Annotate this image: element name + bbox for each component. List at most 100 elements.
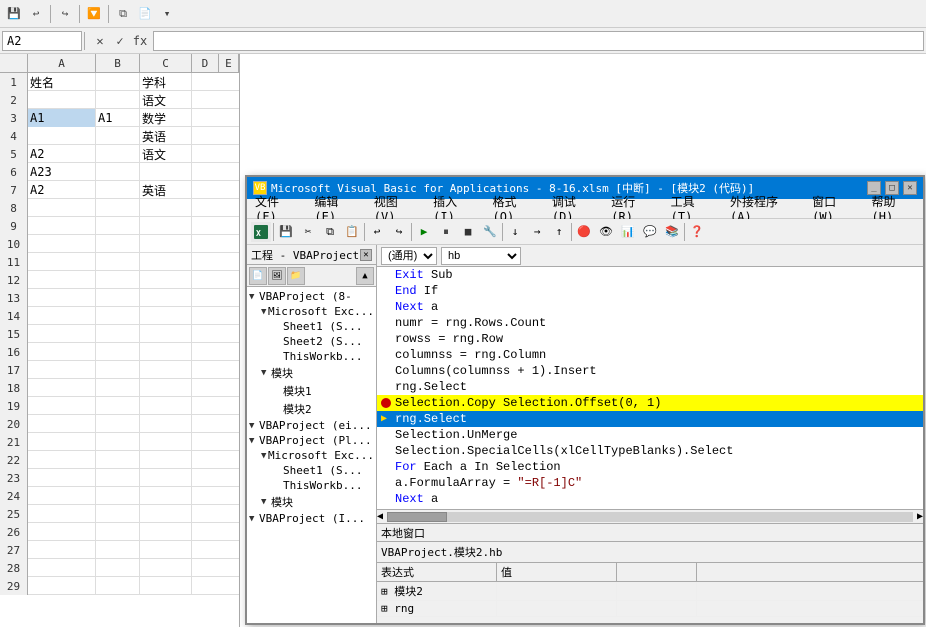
vba-redo-icon[interactable]: ↪ bbox=[389, 222, 409, 242]
tree-item[interactable]: ▼VBAProject (ei... bbox=[249, 418, 374, 433]
cell-b[interactable] bbox=[96, 559, 140, 577]
cell-c[interactable]: 英语 bbox=[140, 181, 192, 199]
proj-view-form-btn[interactable]: 🖼 bbox=[268, 267, 286, 285]
tree-item[interactable]: Sheet2 (S... bbox=[249, 334, 374, 349]
cell-a[interactable] bbox=[28, 469, 96, 487]
enter-formula-btn[interactable]: ✓ bbox=[111, 32, 129, 50]
cell-c[interactable]: 数学 bbox=[140, 109, 192, 127]
col-header-a[interactable]: A bbox=[28, 54, 96, 72]
cell-c[interactable] bbox=[140, 541, 192, 559]
code-line[interactable]: Columns(columnss + 1).Insert bbox=[377, 363, 923, 379]
vba-breakpt-icon[interactable]: 🔴 bbox=[574, 222, 594, 242]
code-line[interactable]: Range(Cells(rowss, columnss + 1), Cells(… bbox=[377, 507, 923, 509]
cell-b[interactable] bbox=[96, 577, 140, 595]
code-line[interactable]: Exit Sub bbox=[377, 267, 923, 283]
vba-step-in-icon[interactable]: ↓ bbox=[505, 222, 525, 242]
cell-b[interactable] bbox=[96, 271, 140, 289]
cell-b[interactable] bbox=[96, 127, 140, 145]
cell-a[interactable] bbox=[28, 217, 96, 235]
cell-a[interactable] bbox=[28, 541, 96, 559]
vba-copy-icon[interactable]: ⧉ bbox=[320, 222, 340, 242]
vba-cut-icon[interactable]: ✂ bbox=[298, 222, 318, 242]
vba-step-over-icon[interactable]: → bbox=[527, 222, 547, 242]
vba-watch-icon[interactable]: 👁 bbox=[596, 222, 616, 242]
cell-a[interactable] bbox=[28, 433, 96, 451]
cell-c[interactable] bbox=[140, 199, 192, 217]
vba-design-icon[interactable]: 🔧 bbox=[480, 222, 500, 242]
cell-c[interactable]: 语文 bbox=[140, 145, 192, 163]
cell-b[interactable] bbox=[96, 307, 140, 325]
vba-stop-icon[interactable]: ■ bbox=[458, 222, 478, 242]
cell-a[interactable] bbox=[28, 91, 96, 109]
copy1-icon[interactable]: ⧉ bbox=[113, 4, 133, 24]
tree-item[interactable]: ▼Microsoft Exc... bbox=[249, 448, 374, 463]
tree-expand-icon[interactable]: ▼ bbox=[261, 497, 271, 507]
code-line[interactable]: ▶ rng.Select bbox=[377, 411, 923, 427]
cell-a[interactable] bbox=[28, 523, 96, 541]
cell-a[interactable] bbox=[28, 451, 96, 469]
tree-expand-icon[interactable]: ▼ bbox=[249, 436, 259, 446]
cell-c[interactable] bbox=[140, 397, 192, 415]
tree-item[interactable]: ThisWorkb... bbox=[249, 349, 374, 364]
cell-c[interactable] bbox=[140, 289, 192, 307]
cell-a[interactable] bbox=[28, 235, 96, 253]
cell-b[interactable] bbox=[96, 397, 140, 415]
cell-c[interactable] bbox=[140, 343, 192, 361]
tree-item[interactable]: 模块2 bbox=[249, 400, 374, 418]
tree-item[interactable]: ThisWorkb... bbox=[249, 478, 374, 493]
code-proc-dropdown[interactable]: hb bbox=[441, 247, 521, 265]
cell-a[interactable] bbox=[28, 271, 96, 289]
cell-c[interactable] bbox=[140, 505, 192, 523]
fx-btn[interactable]: fx bbox=[131, 32, 149, 50]
cell-b[interactable]: A1 bbox=[96, 109, 140, 127]
proj-toggle-btn[interactable]: 📁 bbox=[287, 267, 305, 285]
name-box[interactable]: A2 bbox=[2, 31, 82, 51]
code-line[interactable]: Next a bbox=[377, 299, 923, 315]
cell-b[interactable] bbox=[96, 73, 140, 91]
cell-c[interactable] bbox=[140, 523, 192, 541]
cell-b[interactable] bbox=[96, 325, 140, 343]
cell-a[interactable]: A2 bbox=[28, 145, 96, 163]
tree-item[interactable]: ▼模块 bbox=[249, 364, 374, 382]
vba-step-out-icon[interactable]: ↑ bbox=[549, 222, 569, 242]
cell-a[interactable] bbox=[28, 397, 96, 415]
cell-a[interactable] bbox=[28, 343, 96, 361]
vba-run-icon[interactable]: ▶ bbox=[414, 222, 434, 242]
proj-view-code-btn[interactable]: 📄 bbox=[249, 267, 267, 285]
tree-expand-icon[interactable]: ▼ bbox=[249, 292, 259, 302]
tree-item[interactable]: Sheet1 (S... bbox=[249, 319, 374, 334]
project-close-btn[interactable]: ✕ bbox=[360, 249, 372, 261]
col-header-b[interactable]: B bbox=[96, 54, 140, 72]
cell-a[interactable]: A2 bbox=[28, 181, 96, 199]
cell-c[interactable] bbox=[140, 577, 192, 595]
code-line[interactable]: Selection.SpecialCells(xlCellTypeBlanks)… bbox=[377, 443, 923, 459]
code-line[interactable]: Next a bbox=[377, 491, 923, 507]
cell-a[interactable] bbox=[28, 325, 96, 343]
code-line[interactable]: a.FormulaArray = "=R[-1]C" bbox=[377, 475, 923, 491]
vba-callstack-icon[interactable]: 📚 bbox=[662, 222, 682, 242]
tree-expand-icon[interactable]: ▼ bbox=[249, 514, 259, 524]
cell-c[interactable] bbox=[140, 415, 192, 433]
cell-b[interactable] bbox=[96, 343, 140, 361]
cell-b[interactable] bbox=[96, 469, 140, 487]
tree-expand-icon[interactable]: ▼ bbox=[261, 368, 271, 378]
tree-expand-icon[interactable]: ▼ bbox=[261, 307, 268, 317]
cell-b[interactable] bbox=[96, 199, 140, 217]
cell-a[interactable]: 姓名 bbox=[28, 73, 96, 91]
cell-b[interactable] bbox=[96, 91, 140, 109]
tree-item[interactable]: ▼VBAProject (8- bbox=[249, 289, 374, 304]
cell-a[interactable] bbox=[28, 199, 96, 217]
tree-item[interactable]: ▼VBAProject (Pl... bbox=[249, 433, 374, 448]
cell-b[interactable] bbox=[96, 253, 140, 271]
redo-icon[interactable]: ↪ bbox=[55, 4, 75, 24]
code-editor[interactable]: Exit Sub End If Next a numr = rng.Rows.C… bbox=[377, 267, 923, 509]
cell-c[interactable] bbox=[140, 307, 192, 325]
cell-c[interactable]: 英语 bbox=[140, 127, 192, 145]
cell-a[interactable] bbox=[28, 577, 96, 595]
cell-a[interactable] bbox=[28, 505, 96, 523]
vba-locals-icon[interactable]: 📊 bbox=[618, 222, 638, 242]
cell-c[interactable] bbox=[140, 253, 192, 271]
tree-item[interactable]: Sheet1 (S... bbox=[249, 463, 374, 478]
cell-c[interactable] bbox=[140, 433, 192, 451]
cell-b[interactable] bbox=[96, 145, 140, 163]
